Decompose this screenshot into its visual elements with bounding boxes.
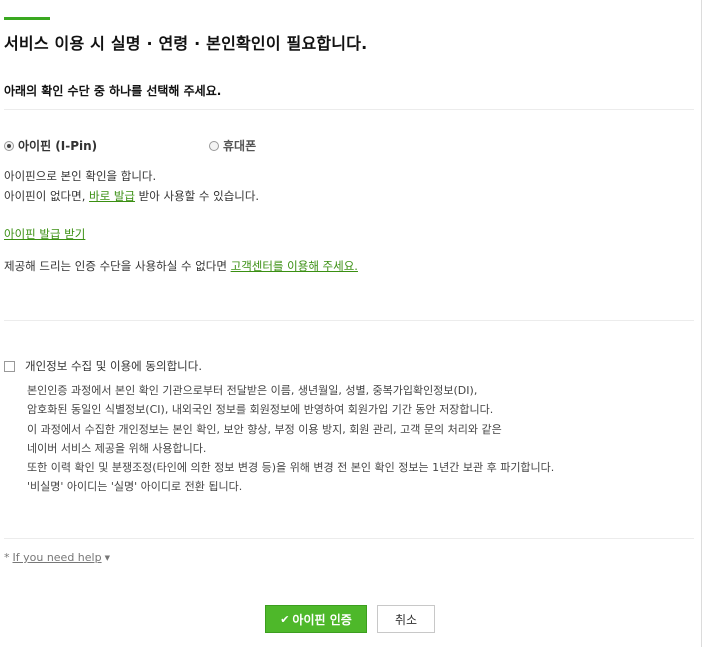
ipin-auth-label: 아이핀 인증 xyxy=(292,612,352,627)
agreement-line: '비실명' 아이디는 '실명' 아이디로 전환 됩니다. xyxy=(27,480,243,494)
ipin-line2-prefix: 아이핀이 없다면, xyxy=(4,189,90,203)
support-prefix: 제공해 드리는 인증 수단을 사용하실 수 없다면 xyxy=(4,259,231,273)
ipin-line2: 아이핀이 없다면, 바로 발급 받아 사용할 수 있습니다. xyxy=(4,186,259,206)
ipin-issue-link[interactable]: 아이핀 발급 받기 xyxy=(4,227,85,241)
radio-ipin-label[interactable]: 아이핀 (I-Pin) xyxy=(18,137,97,154)
radio-phone-dot[interactable] xyxy=(209,140,219,151)
cancel-button[interactable]: 취소 xyxy=(377,605,435,633)
top-accent-bar xyxy=(4,17,50,20)
ipin-issue-row: 아이핀 발급 받기 xyxy=(4,224,85,244)
divider xyxy=(4,538,694,539)
agreement-line: 이 과정에서 수집한 개인정보는 본인 확인, 보안 향상, 부정 이용 방지,… xyxy=(27,422,502,436)
agreement-checkbox[interactable] xyxy=(4,360,15,372)
chevron-down-icon[interactable]: ▼ xyxy=(105,554,110,562)
radio-ipin-dot[interactable] xyxy=(4,140,14,151)
ipin-line1: 아이핀으로 본인 확인을 합니다. xyxy=(4,169,157,183)
agreement-body: 본인인증 과정에서 본인 확인 기관으로부터 전달받은 이름, 생년월일, 성별… xyxy=(27,381,554,497)
agreement-row[interactable]: 개인정보 수집 및 이용에 동의합니다. xyxy=(4,358,202,374)
agreement-line: 암호화된 동일인 식별정보(CI), 내외국인 정보를 회원정보에 반영하여 회… xyxy=(27,403,494,417)
support-row: 제공해 드리는 인증 수단을 사용하실 수 없다면 고객센터를 이용해 주세요. xyxy=(4,256,358,276)
page-title: 서비스 이용 시 실명 · 연령 · 본인확인이 필요합니다. xyxy=(4,34,368,53)
method-selector: 아이핀 (I-Pin) 휴대폰 xyxy=(4,137,694,155)
ipin-description: 아이핀으로 본인 확인을 합니다. 아이핀이 없다면, 바로 발급 받아 사용할… xyxy=(4,166,259,206)
agreement-line: 네이버 서비스 제공을 위해 사용합니다. xyxy=(27,441,207,455)
ipin-auth-button[interactable]: ✔ 아이핀 인증 xyxy=(265,605,367,633)
divider xyxy=(4,109,694,110)
help-row: * If you need help ▼ xyxy=(4,551,110,564)
agreement-line: 본인인증 과정에서 본인 확인 기관으로부터 전달받은 이름, 생년월일, 성별… xyxy=(27,384,478,397)
instant-issue-link[interactable]: 바로 발급 xyxy=(89,189,135,203)
customer-center-link[interactable]: 고객센터를 이용해 주세요. xyxy=(231,259,358,273)
agreement-line: 또한 이력 확인 및 분쟁조정(타인에 의한 정보 변경 등)을 위해 변경 전… xyxy=(27,461,555,475)
agreement-label[interactable]: 개인정보 수집 및 이용에 동의합니다. xyxy=(25,358,202,374)
radio-phone[interactable]: 휴대폰 xyxy=(209,137,256,154)
check-icon: ✔ xyxy=(280,612,290,626)
help-link[interactable]: If you need help xyxy=(13,551,102,564)
divider xyxy=(4,320,694,321)
radio-ipin[interactable]: 아이핀 (I-Pin) xyxy=(4,137,97,154)
ipin-line2-suffix: 받아 사용할 수 있습니다. xyxy=(135,189,260,203)
cancel-label: 취소 xyxy=(394,612,418,627)
help-bullet: * xyxy=(4,551,10,564)
radio-phone-label[interactable]: 휴대폰 xyxy=(223,137,256,154)
page-subtitle: 아래의 확인 수단 중 하나를 선택해 주세요. xyxy=(4,84,222,98)
